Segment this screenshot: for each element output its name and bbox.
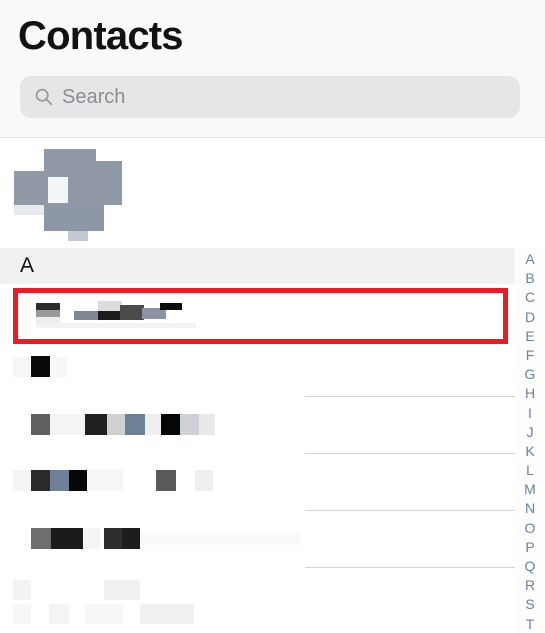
- search-icon: [34, 87, 54, 107]
- table-row[interactable]: [0, 397, 515, 454]
- my-card-row[interactable]: [0, 139, 545, 356]
- alpha-index-letter-l[interactable]: L: [515, 461, 545, 480]
- alpha-index-letter-t[interactable]: T: [515, 615, 545, 633]
- alpha-index-letter-h[interactable]: H: [515, 384, 545, 403]
- alpha-index-letter-a[interactable]: A: [515, 250, 545, 269]
- table-row[interactable]: [0, 284, 515, 340]
- header: Contacts Search: [0, 0, 545, 138]
- alpha-index-letter-s[interactable]: S: [515, 595, 545, 614]
- avatar: [14, 149, 122, 241]
- alpha-index-letter-n[interactable]: N: [515, 499, 545, 518]
- table-row[interactable]: [0, 568, 515, 633]
- table-row[interactable]: [0, 511, 515, 568]
- alpha-index-letter-f[interactable]: F: [515, 346, 545, 365]
- page-title: Contacts: [18, 14, 184, 58]
- search-input[interactable]: Search: [20, 76, 520, 118]
- table-row[interactable]: [0, 454, 515, 511]
- alpha-index-letter-j[interactable]: J: [515, 423, 545, 442]
- contact-list: [0, 284, 515, 633]
- alpha-index-letter-d[interactable]: D: [515, 308, 545, 327]
- alpha-index-letter-o[interactable]: O: [515, 519, 545, 538]
- alpha-index-letter-q[interactable]: Q: [515, 557, 545, 576]
- section-header-a: A: [0, 248, 515, 284]
- alpha-index-letter-r[interactable]: R: [515, 576, 545, 595]
- search-placeholder: Search: [62, 86, 126, 108]
- alpha-index-letter-m[interactable]: M: [515, 480, 545, 499]
- section-header-letter: A: [20, 254, 35, 277]
- alpha-index-letter-c[interactable]: C: [515, 288, 545, 307]
- alpha-index-letter-p[interactable]: P: [515, 538, 545, 557]
- alphabet-index[interactable]: ABCDEFGHIJKLMNOPQRSTU: [515, 248, 545, 633]
- alpha-index-letter-b[interactable]: B: [515, 269, 545, 288]
- alpha-index-letter-g[interactable]: G: [515, 365, 545, 384]
- alpha-index-letter-i[interactable]: I: [515, 404, 545, 423]
- alpha-index-letter-k[interactable]: K: [515, 442, 545, 461]
- contacts-app-screen: Contacts Search A A B C D E F G H I J K …: [0, 0, 545, 633]
- alpha-index-letter-e[interactable]: E: [515, 327, 545, 346]
- table-row[interactable]: [0, 340, 515, 397]
